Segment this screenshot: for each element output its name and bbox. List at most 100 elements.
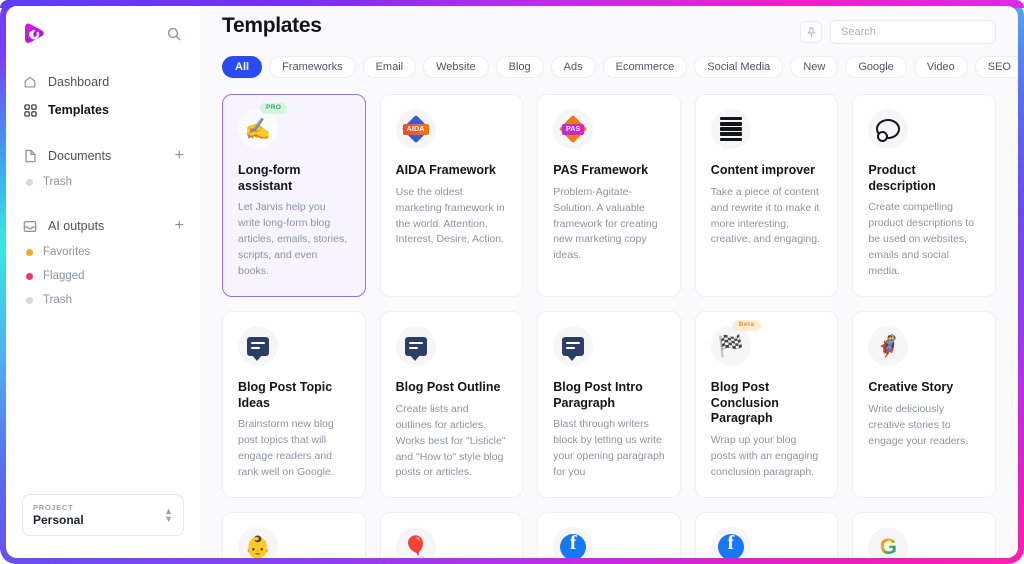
project-selector[interactable]: PROJECT Personal ▲ ▼ xyxy=(22,494,184,536)
app-logo[interactable] xyxy=(22,21,48,47)
search-box[interactable] xyxy=(830,20,996,44)
template-card[interactable]: PAS PAS Framework Problem-Agitate-Solution… xyxy=(537,94,681,298)
sidebar-subitem-label: Trash xyxy=(43,176,72,188)
filter-pill-frameworks[interactable]: Frameworks xyxy=(269,56,356,78)
header-actions xyxy=(800,14,996,44)
template-title: AIDA Framework xyxy=(395,163,496,177)
template-icon: 🎈 xyxy=(395,527,436,558)
template-title: PAS Framework xyxy=(553,163,649,177)
checkered-flag-icon: 🏁 xyxy=(717,334,744,358)
chevron-updown-icon[interactable]: ▲ ▼ xyxy=(164,506,173,523)
sidebar-item-templates[interactable]: Templates xyxy=(6,96,200,124)
filter-pill-email[interactable]: Email xyxy=(362,56,417,78)
writing-hand-icon: ✍️ xyxy=(244,117,272,141)
sidebar-item-ai-outputs[interactable]: AI outputs + xyxy=(6,212,200,240)
facebook-icon xyxy=(560,533,587,558)
sidebar-item-dashboard[interactable]: Dashboard xyxy=(6,68,200,96)
template-icon: 👶 xyxy=(238,527,278,558)
template-icon xyxy=(553,527,594,558)
templates-grid: ✍️ PRO Long-form assistant Let Jarvis help … xyxy=(200,78,1018,558)
sidebar-item-label: Templates xyxy=(48,103,109,117)
chat-lines-icon xyxy=(247,336,269,361)
filter-pill-new[interactable]: New xyxy=(790,56,839,78)
template-card[interactable]: Content improver Take a piece of content … xyxy=(694,94,839,298)
template-card[interactable]: 🦸 Creative Story Write deliciously creativ… xyxy=(852,311,996,499)
sidebar-subitem-documents-trash[interactable]: Trash xyxy=(6,170,200,194)
project-label: PROJECT xyxy=(33,503,74,512)
inbox-icon xyxy=(22,218,38,234)
search-input[interactable] xyxy=(841,26,985,38)
filter-pill-blog[interactable]: Blog xyxy=(495,56,544,78)
filter-pill-seo[interactable]: SEO xyxy=(974,56,1018,78)
sidebar-nav: Dashboard Templates Documents + Trash AI… xyxy=(6,68,200,312)
sidebar-subitem-favorites[interactable]: Favorites xyxy=(6,240,200,264)
template-description: Problem-Agitate-Solution. A valuable fra… xyxy=(553,185,658,262)
main-header: Templates xyxy=(200,6,1018,44)
template-card[interactable]: Blog Post Outline Create lists and outlin… xyxy=(379,311,524,499)
template-card[interactable]: Blog Post Topic Ideas Brainstorm new blog… xyxy=(222,311,366,499)
template-card[interactable]: ✍️ PRO Long-form assistant Let Jarvis help … xyxy=(222,94,366,298)
template-description: Blast through writers block by letting u… xyxy=(553,418,665,479)
home-icon xyxy=(22,74,38,90)
template-icon xyxy=(868,109,909,149)
template-title: Blog Post Outline xyxy=(395,380,501,395)
template-icon: 🏁 Beta xyxy=(710,320,761,367)
template-icon: AIDA xyxy=(395,109,436,149)
filter-pill-ads[interactable]: Ads xyxy=(550,56,596,78)
sidebar-subitem-flagged[interactable]: Flagged xyxy=(6,264,200,288)
template-icon: ✍️ PRO xyxy=(238,103,288,149)
app-window: Dashboard Templates Documents + Trash AI… xyxy=(6,6,1018,558)
aida-badge-icon: AIDA xyxy=(401,114,431,144)
status-badge: Beta xyxy=(732,320,761,331)
superhero-icon: 🦸 xyxy=(875,334,902,358)
grid-icon xyxy=(22,102,38,118)
filter-pill-website[interactable]: Website xyxy=(423,56,489,78)
template-icon xyxy=(710,527,751,558)
template-description: Brainstorm new blog post topics that wil… xyxy=(238,418,334,479)
template-card[interactable]: 👶Explain It To a ChildRephrase text to m… xyxy=(222,512,366,558)
template-title: Content improver xyxy=(710,163,815,177)
template-description: Create compelling product descriptions t… xyxy=(868,201,975,278)
template-card[interactable]: Facebook ad headlineGenerate scroll-stop… xyxy=(537,512,681,558)
template-card[interactable]: 🏁 Beta Blog Post Conclusion Paragraph Wrap … xyxy=(694,311,839,499)
template-description: Write deliciously creative stories to en… xyxy=(868,402,969,447)
status-dot-icon xyxy=(26,272,33,280)
template-title: Blog Post Conclusion Paragraph xyxy=(710,380,779,426)
template-description: Take a piece of content and rewrite it t… xyxy=(710,185,820,246)
stacked-bars-icon xyxy=(719,117,742,141)
template-description: Create lists and outlines for articles. … xyxy=(395,402,506,479)
sidebar-subitem-label: Favorites xyxy=(43,246,91,258)
sidebar-item-documents[interactable]: Documents + xyxy=(6,142,200,170)
pin-icon[interactable] xyxy=(800,21,822,43)
add-ai-output-button[interactable]: + xyxy=(175,218,184,234)
template-card[interactable]: AIDA AIDA Framework Use the oldest marketi… xyxy=(379,94,524,298)
template-icon xyxy=(395,326,436,367)
template-icon: G xyxy=(868,527,909,558)
filter-pill-google[interactable]: Google xyxy=(845,56,907,78)
template-card[interactable]: Blog Post Intro Paragraph Blast through w… xyxy=(537,311,681,499)
sidebar-group-documents: Documents + Trash xyxy=(6,142,200,194)
template-card[interactable]: Facebook ad primary textCreate high conv… xyxy=(694,512,839,558)
sidebar-subitem-ai-trash[interactable]: Trash xyxy=(6,288,200,312)
filter-pill-social-media[interactable]: Social Media xyxy=(694,56,784,78)
template-title: Creative Story xyxy=(868,380,954,395)
filter-pill-all[interactable]: All xyxy=(222,56,263,78)
sidebar-item-label: AI outputs xyxy=(48,219,105,233)
template-card[interactable]: 🎈Sentence ExpanderExpand a short sentenc… xyxy=(379,512,524,558)
sidebar: Dashboard Templates Documents + Trash AI… xyxy=(6,6,200,558)
template-card[interactable]: Product description Create compelling pro… xyxy=(852,94,996,298)
page-title: Templates xyxy=(222,14,322,37)
facebook-icon xyxy=(717,533,744,558)
pas-badge-icon: PAS xyxy=(558,114,588,144)
add-document-button[interactable]: + xyxy=(175,148,184,164)
status-dot-icon xyxy=(26,248,33,256)
sidebar-group-ai-outputs: AI outputs + Favorites Flagged Trash xyxy=(6,212,200,312)
speech-bubble-icon xyxy=(876,119,901,142)
filter-pill-video[interactable]: Video xyxy=(913,56,968,78)
sidebar-search-icon[interactable] xyxy=(164,24,184,44)
template-icon xyxy=(553,326,594,367)
template-card[interactable]: GGoogle ads headlineCreate high converti… xyxy=(852,512,996,558)
filter-pill-ecommerce[interactable]: Ecommerce xyxy=(602,56,688,78)
chat-lines-icon xyxy=(562,336,585,361)
main-content: Templates All Frameworks Email Website Blog A… xyxy=(200,6,1018,558)
